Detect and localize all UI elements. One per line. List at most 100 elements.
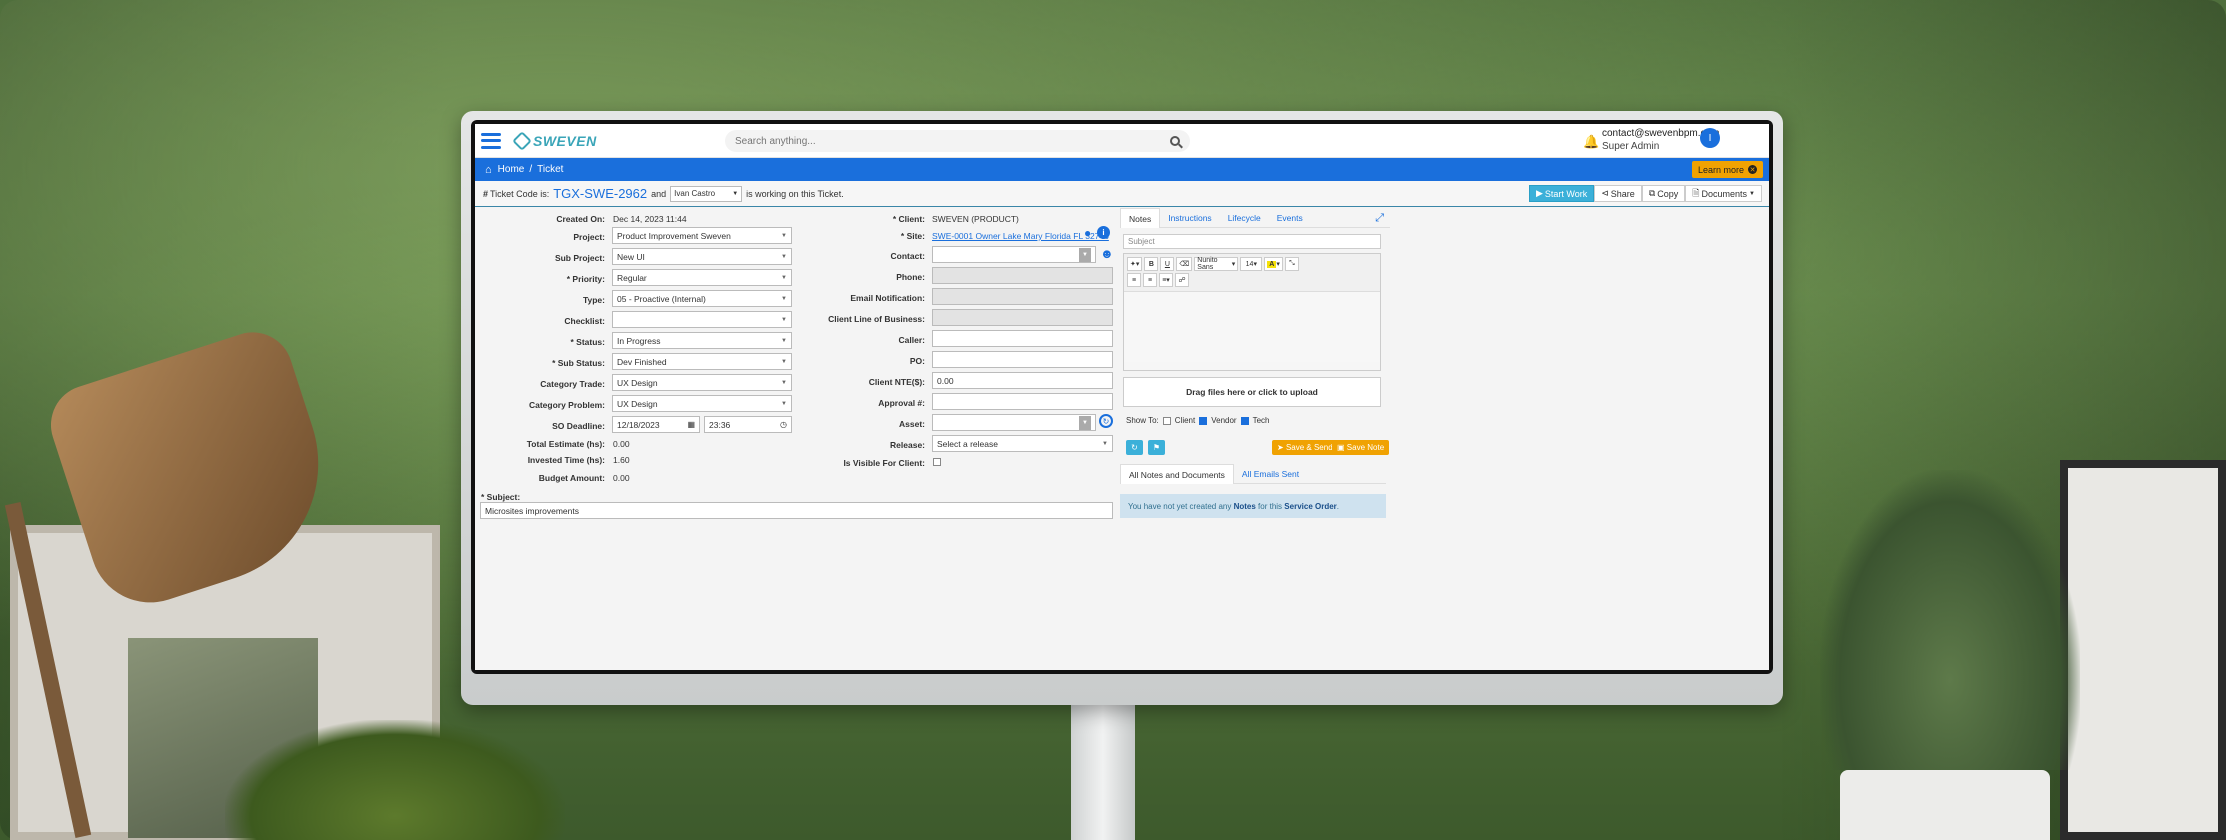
expand-icon[interactable]: ⤢	[1375, 212, 1384, 225]
share-button[interactable]: ⊲ Share	[1594, 185, 1642, 202]
project-select[interactable]: Product Improvement Sweven ▼	[612, 227, 792, 244]
client-lob-input	[932, 309, 1113, 326]
rich-text-editor: ✦▾ B U ⌫ Nunito Sans ▾ 14 ▾ A ▾ ⤡ ≡ ≡ ≡▾ ☍	[1123, 253, 1381, 371]
send-icon: ➤	[1277, 443, 1286, 452]
category-problem-value: UX Design	[617, 398, 658, 409]
bold-button[interactable]: B	[1144, 257, 1159, 271]
share-icon: ⊲	[1601, 188, 1609, 198]
home-icon[interactable]: ⌂	[485, 164, 492, 176]
breadcrumb-bar: ⌂ Home / Ticket Learn more ✕	[475, 158, 1769, 181]
subproject-select[interactable]: New UI ▼	[612, 248, 792, 265]
save-note-button[interactable]: ▣ Save Note	[1332, 440, 1390, 455]
show-to-client-checkbox[interactable]	[1162, 416, 1171, 425]
phone-input	[932, 267, 1113, 284]
eraser-icon[interactable]: ⌫	[1176, 257, 1193, 271]
learn-more-button[interactable]: Learn more ✕	[1691, 161, 1763, 178]
save-send-button[interactable]: ➤ Save & Send	[1272, 440, 1338, 455]
search-input[interactable]	[735, 135, 1170, 147]
numbered-list-icon[interactable]: ≡	[1143, 273, 1157, 287]
tab-lifecycle[interactable]: Lifecycle	[1220, 208, 1269, 228]
po-input[interactable]	[932, 351, 1113, 368]
priority-select[interactable]: Regular ▼	[612, 269, 792, 286]
created-on-value: Dec 14, 2023 11:44	[613, 214, 687, 224]
global-search[interactable]	[725, 130, 1190, 152]
release-select[interactable]: Select a release ▼	[932, 435, 1113, 452]
avatar[interactable]: I	[1700, 128, 1720, 148]
info-icon[interactable]: i	[1097, 226, 1110, 239]
magic-wand-icon[interactable]: ✦▾	[1127, 257, 1143, 271]
tab-all-notes[interactable]: All Notes and Documents	[1120, 464, 1234, 484]
priority-label: * Priority:	[566, 274, 605, 284]
show-to-tech-checkbox[interactable]	[1240, 416, 1249, 425]
monitor-stand	[1071, 700, 1135, 840]
start-work-button[interactable]: ▶ Start Work	[1528, 185, 1595, 202]
asset-lookup-icon[interactable]: ↻	[1099, 414, 1113, 428]
ticket-and-text: and	[651, 188, 667, 199]
link-icon[interactable]: ☍	[1175, 273, 1189, 287]
map-pin-icon[interactable]: ●	[1084, 226, 1091, 240]
working-text: is working on this Ticket.	[746, 188, 844, 199]
user-icon[interactable]: ☻	[1100, 246, 1114, 261]
notes-tabs: Notes Instructions Lifecycle Events	[1120, 208, 1390, 228]
documents-button[interactable]: 🗎 Documents ▼	[1685, 185, 1762, 202]
hamburger-menu-icon[interactable]	[481, 132, 501, 149]
font-family-select[interactable]: Nunito Sans ▾	[1194, 257, 1239, 271]
asset-select[interactable]: ▼	[932, 414, 1096, 431]
client-value: SWEVEN (PRODUCT)	[932, 214, 1019, 224]
underline-button[interactable]: U	[1160, 257, 1175, 271]
close-icon[interactable]: ✕	[1748, 165, 1757, 174]
worker-select[interactable]: Ivan Castro ▼	[670, 185, 743, 202]
editor-toolbar: ✦▾ B U ⌫ Nunito Sans ▾ 14 ▾ A ▾ ⤡ ≡ ≡ ≡▾ ☍	[1124, 254, 1380, 292]
invested-time-value: 1.60	[613, 455, 630, 465]
breadcrumb-home[interactable]: Home	[498, 164, 525, 175]
category-trade-select[interactable]: UX Design ▼	[612, 374, 792, 391]
budget-label: Budget Amount:	[538, 473, 605, 483]
budget-value: 0.00	[613, 473, 630, 483]
hash-icon: #	[483, 188, 489, 199]
bookmark-button[interactable]: ⚑	[1148, 440, 1165, 455]
tab-instructions[interactable]: Instructions	[1160, 208, 1219, 228]
tab-notes[interactable]: Notes	[1120, 208, 1161, 228]
tab-events[interactable]: Events	[1269, 208, 1311, 228]
so-deadline-time-input[interactable]: 23:36 ◷	[704, 416, 792, 433]
show-to-tech-label: Tech	[1252, 416, 1270, 425]
visible-client-checkbox[interactable]	[933, 458, 941, 466]
show-to-vendor-checkbox[interactable]	[1199, 416, 1208, 425]
caret-down-icon: ▼	[781, 400, 787, 407]
tab-all-emails[interactable]: All Emails Sent	[1234, 464, 1307, 484]
approval-input[interactable]	[932, 393, 1113, 410]
type-value: 05 - Proactive (Internal)	[617, 293, 706, 304]
status-value: In Progress	[617, 335, 661, 346]
align-icon[interactable]: ≡▾	[1159, 273, 1173, 287]
search-icon[interactable]	[1170, 136, 1180, 146]
so-deadline-date-input[interactable]: 12/18/2023 ▦	[612, 416, 700, 433]
calendar-icon[interactable]: ▦	[687, 420, 695, 429]
subject-input[interactable]: Microsites improvements	[480, 502, 1113, 519]
bookmark-icon: ⚑	[1152, 443, 1161, 452]
fullscreen-icon[interactable]: ⤡	[1284, 257, 1299, 271]
subproject-label: Sub Project:	[554, 253, 605, 263]
checklist-select[interactable]: ▼	[612, 311, 792, 328]
substatus-select[interactable]: Dev Finished ▼	[612, 353, 792, 370]
caret-down-icon: ▼	[781, 316, 787, 323]
status-select[interactable]: In Progress ▼	[612, 332, 792, 349]
app-logo[interactable]: SWEVEN	[512, 130, 655, 151]
empty-notes-message: You have not yet created any Notes for t…	[1120, 494, 1386, 518]
contact-label: Contact:	[890, 251, 925, 261]
caller-input[interactable]	[932, 330, 1113, 347]
file-dropzone[interactable]: Drag files here or click to upload	[1123, 377, 1381, 407]
contact-select[interactable]: ▼	[932, 246, 1096, 263]
copy-button[interactable]: ⧉ Copy	[1641, 185, 1686, 202]
bell-icon[interactable]: 🔔	[1583, 134, 1599, 150]
note-subject-input[interactable]: Subject	[1123, 234, 1381, 249]
bullet-list-icon[interactable]: ≡	[1127, 273, 1141, 287]
editor-body[interactable]	[1124, 292, 1380, 362]
highlight-color-button[interactable]: A ▾	[1264, 257, 1283, 271]
refresh-button[interactable]: ↻	[1126, 440, 1143, 455]
category-problem-select[interactable]: UX Design ▼	[612, 395, 792, 412]
client-nte-input[interactable]: 0.00	[932, 372, 1113, 389]
clock-icon[interactable]: ◷	[780, 420, 787, 429]
site-link[interactable]: SWE-0001 Owner Lake Mary Florida FL 3274…	[932, 231, 1109, 241]
type-select[interactable]: 05 - Proactive (Internal) ▼	[612, 290, 792, 307]
font-size-select[interactable]: 14 ▾	[1240, 257, 1263, 271]
